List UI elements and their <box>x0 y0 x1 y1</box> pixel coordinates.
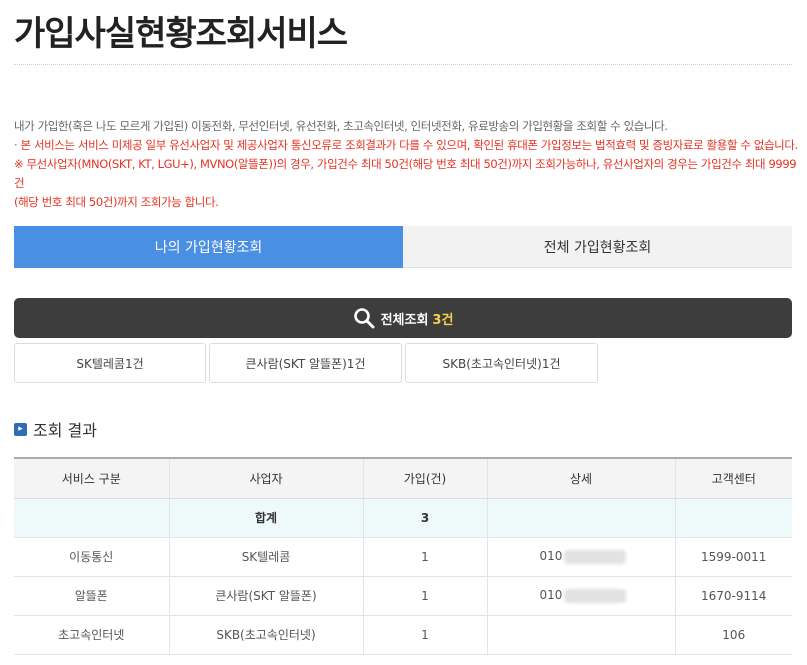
phone-prefix: 010 <box>539 588 563 603</box>
tab-my-subscriptions[interactable]: 나의 가입현황조회 <box>14 226 403 268</box>
limit-notice-line-cont: (해당 번호 최대 50건)까지 조회가능 합니다. <box>14 195 219 209</box>
carrier-filter-chips: SK텔레콤1건 큰사람(SKT 알뜰폰)1건 SKB(초고속인터넷)1건 <box>14 343 598 383</box>
total-label: 합계 <box>168 498 363 538</box>
carrier-cell: SKB(초고속인터넷) <box>168 615 363 655</box>
tab-all-subscriptions[interactable]: 전체 가입현황조회 <box>403 226 792 268</box>
header-service-type: 서비스 구분 <box>14 457 169 499</box>
masked-number <box>564 549 627 564</box>
carrier-cell: 큰사람(SKT 알뜰폰) <box>168 576 363 616</box>
title-divider <box>14 64 792 65</box>
chevron-right-icon: ▸ <box>14 422 27 436</box>
header-detail: 상세 <box>486 457 675 499</box>
table-row: 알뜰폰 큰사람(SKT 알뜰폰) 1 010 1670-9114 <box>14 576 792 616</box>
total-inquiry-button[interactable]: 전체조회 3건 <box>14 298 792 338</box>
count-cell: 1 <box>362 537 487 577</box>
total-inquiry-label: 전체조회 <box>380 312 429 328</box>
limit-notice-line: ※ 무선사업자(MNO(SKT, KT, LGU+), MVNO(알뜰폰))의 … <box>14 157 797 190</box>
inquiry-tabs: 나의 가입현황조회 전체 가입현황조회 <box>14 226 792 268</box>
customer-center-cell: 1670-9114 <box>674 576 792 616</box>
customer-center-cell: 106 <box>674 615 792 655</box>
chip-skb[interactable]: SKB(초고속인터넷)1건 <box>405 343 598 383</box>
total-row: 합계 3 <box>14 498 792 538</box>
table-header-row: 서비스 구분 사업자 가입(건) 상세 고객센터 <box>14 457 792 499</box>
table-row: 초고속인터넷 SKB(초고속인터넷) 1 106 <box>14 615 792 655</box>
service-cell: 이동통신 <box>14 537 169 577</box>
service-cell: 알뜰폰 <box>14 576 169 616</box>
chip-keunsaram[interactable]: 큰사람(SKT 알뜰폰)1건 <box>209 343 402 383</box>
detail-cell <box>486 615 675 655</box>
header-carrier: 사업자 <box>168 457 363 499</box>
detail-cell: 010 <box>486 537 675 577</box>
phone-prefix: 010 <box>539 549 563 564</box>
customer-center-cell: 1599-0011 <box>674 537 792 577</box>
table-row: 이동통신 SK텔레콤 1 010 1599-0011 <box>14 537 792 577</box>
service-description: 내가 가입한(혹은 나도 모르게 가입된) 이동전화, 무선인터넷, 유선전화,… <box>14 117 799 212</box>
detail-cell: 010 <box>486 576 675 616</box>
total-empty-cell <box>14 498 169 538</box>
masked-number <box>564 588 627 603</box>
result-section-title: 조회 결과 <box>33 421 97 440</box>
count-cell: 1 <box>362 576 487 616</box>
service-cell: 초고속인터넷 <box>14 615 169 655</box>
total-empty-cell <box>486 498 675 538</box>
page-title: 가입사실현황조회서비스 <box>14 14 348 54</box>
notice-line: · 본 서비스는 서비스 미제공 일부 유선사업자 및 제공사업자 통신오류로 … <box>14 138 798 152</box>
chip-sk-telecom[interactable]: SK텔레콤1건 <box>14 343 206 383</box>
total-count: 3건 <box>432 312 454 328</box>
result-section-header: ▸ 조회 결과 <box>14 417 97 441</box>
result-table: 서비스 구분 사업자 가입(건) 상세 고객센터 합계 3 이동통신 SK텔레콤… <box>14 457 792 655</box>
total-count-cell: 3 <box>362 498 487 538</box>
total-empty-cell <box>674 498 792 538</box>
count-cell: 1 <box>362 615 487 655</box>
description-line: 내가 가입한(혹은 나도 모르게 가입된) 이동전화, 무선인터넷, 유선전화,… <box>14 119 668 133</box>
header-count: 가입(건) <box>362 457 487 499</box>
search-icon <box>353 308 375 329</box>
carrier-cell: SK텔레콤 <box>168 537 363 577</box>
header-customer-center: 고객센터 <box>674 457 792 499</box>
